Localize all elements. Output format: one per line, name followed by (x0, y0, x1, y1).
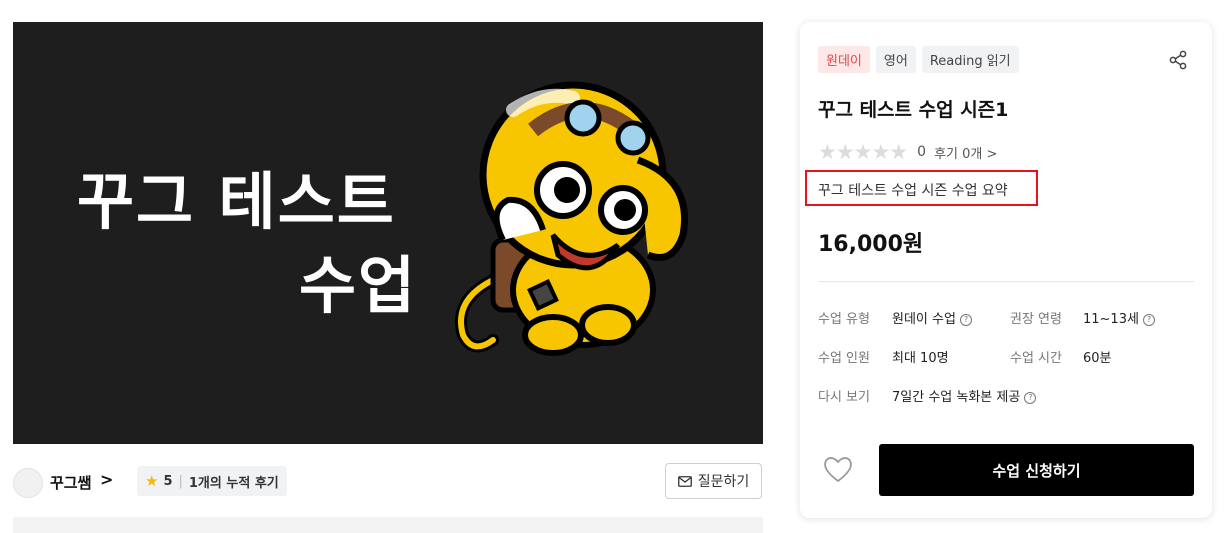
course-hero-image: 꾸그 테스트 수업 (13, 22, 763, 444)
info-age-value: 11~13세 (1083, 312, 1139, 327)
mascot-illustration (455, 81, 688, 356)
info-size-value: 최대 10명 (892, 351, 949, 366)
info-age: 권장 연령 (1010, 308, 1062, 327)
ask-question-label: 질문하기 (697, 474, 750, 490)
teacher-avatar[interactable] (13, 468, 43, 498)
info-time: 수업 시간 (1010, 347, 1062, 366)
course-price: 16,000원 (818, 232, 924, 257)
tag-english: 영어 (875, 46, 916, 73)
heart-icon[interactable] (822, 454, 854, 484)
hero-title-line1: 꾸그 테스트 (77, 165, 396, 238)
review-link[interactable]: 후기 0개 > (934, 143, 997, 162)
teacher-rating-score: 5 (163, 473, 173, 489)
info-replay: 다시 보기 (818, 386, 870, 405)
teacher-rating-chip: ★ 5 | 1개의 누적 후기 (137, 466, 287, 496)
apply-course-button[interactable]: 수업 신청하기 (879, 444, 1194, 496)
course-rating-row: ★★★★★ 0 후기 0개 > (818, 140, 997, 164)
info-replay-value-wrap: 7일간 수업 녹화본 제공? (892, 386, 1037, 405)
help-circle-icon[interactable]: ? (1024, 392, 1037, 404)
course-tags: 원데이 영어 Reading 읽기 (818, 46, 1019, 73)
chevron-right-icon[interactable]: > (100, 470, 113, 489)
course-rating-count: 0 (917, 144, 927, 160)
info-type: 수업 유형 (818, 308, 870, 327)
hero-title: 꾸그 테스트 수업 (13, 160, 433, 328)
info-age-value-wrap: 11~13세? (1083, 308, 1155, 327)
help-circle-icon[interactable]: ? (1142, 314, 1155, 326)
info-type-value: 원데이 수업 (892, 312, 956, 327)
share-icon[interactable] (1168, 50, 1188, 70)
mail-icon (677, 475, 692, 487)
tag-reading: Reading 읽기 (921, 46, 1019, 73)
content-section-edge (13, 517, 763, 533)
info-time-value-wrap: 60분 (1083, 347, 1112, 366)
star-icon: ★ (145, 472, 159, 490)
info-size-value-wrap: 최대 10명 (892, 347, 949, 366)
info-time-label: 수업 시간 (1010, 351, 1062, 366)
help-circle-icon[interactable]: ? (959, 314, 972, 326)
info-replay-label: 다시 보기 (818, 390, 870, 405)
teacher-name[interactable]: 꾸그쌤 (50, 472, 91, 493)
rating-separator: | (178, 473, 183, 489)
course-title: 꾸그 테스트 수업 시즌1 (818, 99, 1009, 121)
info-type-label: 수업 유형 (818, 312, 870, 327)
rating-stars-icon: ★★★★★ (818, 140, 908, 164)
info-time-value: 60분 (1083, 351, 1112, 366)
info-replay-value: 7일간 수업 녹화본 제공 (892, 390, 1021, 405)
info-age-label: 권장 연령 (1010, 312, 1062, 327)
divider (818, 281, 1194, 282)
hero-title-line2: 수업 (299, 249, 418, 322)
course-summary: 꾸그 테스트 수업 시즌 수업 요약 (818, 183, 1008, 199)
teacher-row: 꾸그쌤 > ★ 5 | 1개의 누적 후기 질문하기 (13, 462, 763, 502)
info-size: 수업 인원 (818, 347, 870, 366)
info-type-value-wrap: 원데이 수업? (892, 308, 972, 327)
ask-question-button[interactable]: 질문하기 (665, 463, 762, 499)
tag-oneday: 원데이 (818, 46, 870, 73)
teacher-review-count: 1개의 누적 후기 (188, 475, 279, 491)
course-purchase-card: 원데이 영어 Reading 읽기 꾸그 테스트 수업 시즌1 ★★★★★ 0 … (800, 22, 1212, 518)
info-size-label: 수업 인원 (818, 351, 870, 366)
